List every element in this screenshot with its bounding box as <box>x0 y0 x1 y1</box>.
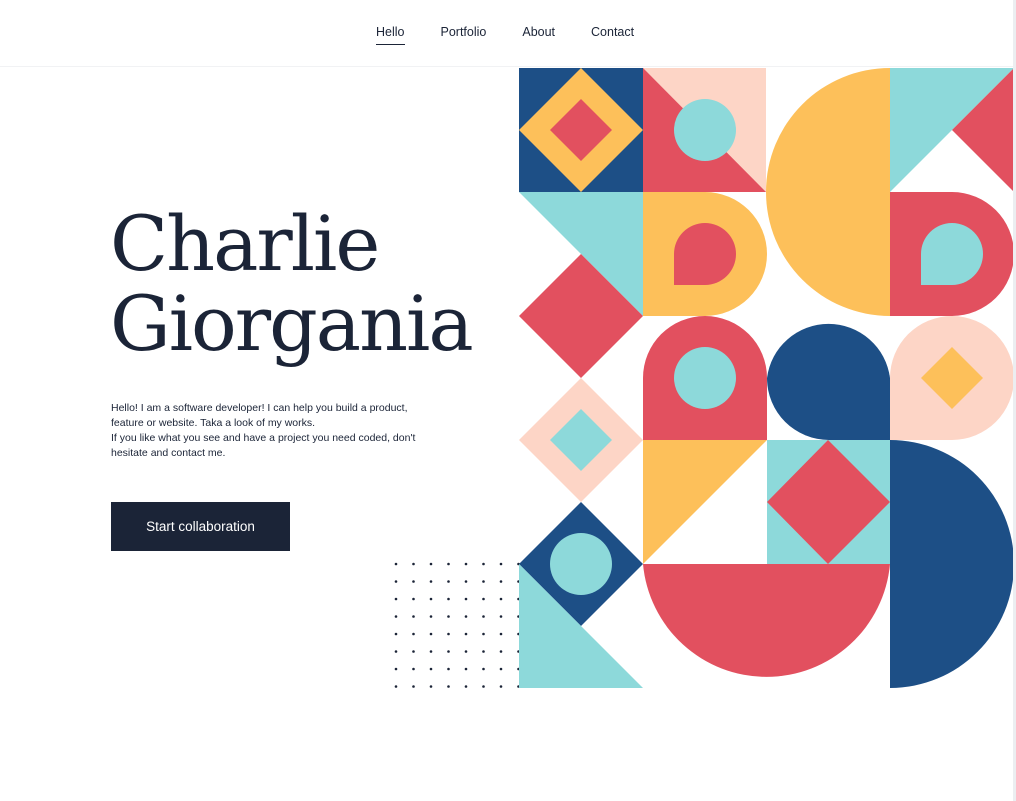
art-half-circle-red <box>643 564 890 677</box>
dot <box>464 580 468 583</box>
dot <box>482 597 485 601</box>
art-tile-navy-diamond <box>519 68 643 192</box>
nav-item-portfolio[interactable]: Portfolio <box>441 25 487 43</box>
dot <box>412 667 415 671</box>
intro-line: Hello! I am a software developer! I can … <box>111 402 408 414</box>
dot <box>412 615 415 618</box>
art-tile-peach-diamond <box>890 316 1014 440</box>
dot <box>447 562 450 566</box>
dot <box>412 597 415 601</box>
intro-line: feature or website. Taka a look of my wo… <box>111 417 316 429</box>
dot <box>464 650 468 653</box>
dot <box>394 650 398 653</box>
art-tile-yellow-triangle <box>643 440 767 564</box>
hero-name-first: Charlie <box>110 199 380 288</box>
dot-grid-pattern <box>394 562 520 688</box>
dot <box>499 667 503 671</box>
dot <box>482 632 485 636</box>
geometric-artwork <box>519 68 1014 688</box>
dot <box>429 650 433 653</box>
dot <box>447 615 450 618</box>
dot <box>499 562 503 566</box>
intro-line: If you like what you see and have a proj… <box>111 432 416 444</box>
dot <box>429 615 433 618</box>
intro-line: hesitate and contact me. <box>111 447 226 459</box>
nav-links: Hello Portfolio About Contact <box>376 25 634 45</box>
art-tile-yellow-drop <box>643 192 767 316</box>
art-tile-red-circle <box>643 316 767 440</box>
dot <box>429 597 433 601</box>
dot <box>412 685 415 688</box>
top-navigation: Hello Portfolio About Contact <box>0 0 1016 67</box>
dot <box>499 597 503 601</box>
art-half-circle-navy <box>890 440 1014 688</box>
dot <box>499 632 503 636</box>
hero-name: Charlie Giorgania <box>110 199 474 368</box>
art-tile-teal-red-triangle <box>890 68 1014 192</box>
dot <box>464 667 468 671</box>
art-tile-red-drop <box>890 192 1014 316</box>
dot <box>464 632 468 636</box>
dot <box>447 650 450 653</box>
dot <box>464 615 468 618</box>
dot <box>412 650 415 653</box>
dot <box>394 562 398 566</box>
dot <box>412 580 415 583</box>
dot <box>429 580 433 583</box>
art-peach-diamond <box>519 378 643 502</box>
dot <box>447 580 450 583</box>
dot <box>394 632 398 636</box>
dot <box>464 597 468 601</box>
dot <box>394 580 398 583</box>
dot <box>394 685 398 688</box>
dot <box>464 685 468 688</box>
nav-item-about[interactable]: About <box>522 25 555 43</box>
art-tile-teal-red-diamond <box>767 440 890 564</box>
dot <box>429 685 433 688</box>
dot <box>429 562 433 566</box>
nav-item-hello[interactable]: Hello <box>376 25 405 45</box>
dot <box>412 632 415 636</box>
hero-intro: Hello! I am a software developer! I can … <box>111 401 441 461</box>
dot <box>447 667 450 671</box>
art-tile-navy-arch <box>767 323 890 440</box>
nav-item-contact[interactable]: Contact <box>591 25 634 43</box>
dot <box>447 685 450 688</box>
dot <box>447 597 450 601</box>
dot <box>447 632 450 636</box>
start-collaboration-button[interactable]: Start collaboration <box>111 502 290 551</box>
dot <box>394 667 398 671</box>
dot <box>412 562 415 566</box>
dot <box>429 632 433 636</box>
dot <box>394 597 398 601</box>
dot <box>499 580 503 583</box>
dot <box>482 562 485 566</box>
art-tile-peach-circle <box>643 68 766 192</box>
dot <box>482 615 485 618</box>
dot <box>482 650 485 653</box>
art-half-circle-yellow <box>766 68 890 316</box>
dot <box>429 667 433 671</box>
dot <box>394 615 398 618</box>
dot <box>499 650 503 653</box>
dot <box>482 685 485 688</box>
dot <box>499 615 503 618</box>
hero-name-last: Giorgania <box>110 279 474 368</box>
dot <box>499 685 503 688</box>
dot <box>482 580 485 583</box>
dot <box>482 667 485 671</box>
dot <box>464 562 468 566</box>
